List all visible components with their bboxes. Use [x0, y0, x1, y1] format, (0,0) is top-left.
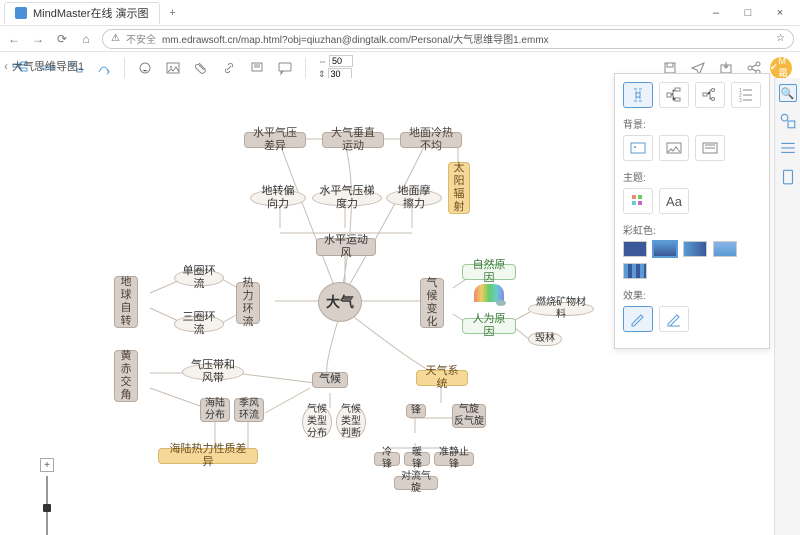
color-1[interactable]	[623, 241, 647, 257]
node-seaheat[interactable]: 海陆热力性质差异	[158, 448, 258, 464]
attach-button[interactable]	[189, 56, 213, 80]
node-stat[interactable]: 准静止锋	[434, 452, 474, 466]
width-input[interactable]	[329, 55, 353, 67]
node-ctype2[interactable]: 气候 类型 判断	[336, 406, 366, 438]
back-button[interactable]: ←	[6, 31, 22, 47]
theme-color-button[interactable]	[623, 188, 653, 214]
width-icon: ⇔	[318, 56, 327, 66]
node-vmove[interactable]: 大气垂直运动	[322, 132, 384, 148]
layout-tree-button[interactable]	[659, 82, 689, 108]
back-chevron-icon[interactable]: ‹	[4, 59, 8, 73]
rainbow-icon	[474, 284, 504, 302]
node-cvar[interactable]: 气 候 变 化	[420, 278, 444, 328]
address-bar[interactable]: ⚠ 不安全 mm.edrawsoft.cn/map.html?obj=qiuzh…	[102, 29, 794, 49]
new-tab-button[interactable]: +	[162, 2, 184, 24]
node-thermo[interactable]: 热 力 环 流	[236, 282, 260, 324]
node-burn[interactable]: 燃烧矿物材料	[528, 302, 594, 316]
node-warm[interactable]: 暖锋	[404, 452, 430, 466]
rainbow-label: 彩虹色:	[623, 222, 761, 237]
effect-pen-button[interactable]	[659, 306, 689, 332]
device-tool-icon[interactable]	[779, 168, 797, 186]
theme-label: 主题:	[623, 169, 761, 184]
browser-tab[interactable]: MindMaster在线 演示图	[4, 2, 160, 24]
size-inputs: ⇔ ⇕	[318, 55, 353, 80]
node-rot[interactable]: 地 球 自 转	[114, 276, 138, 328]
node-human[interactable]: 人为原因	[462, 318, 516, 334]
comment-button[interactable]	[273, 56, 297, 80]
link-button[interactable]	[217, 56, 241, 80]
node-hpress[interactable]: 水平气压差异	[244, 132, 306, 148]
node-triple[interactable]: 三圈环流	[174, 316, 224, 332]
color-5[interactable]	[623, 263, 647, 279]
zoom-in-button[interactable]: +	[40, 458, 54, 472]
search-tool-icon[interactable]: 🔍	[779, 84, 797, 102]
outline-tool-icon[interactable]	[779, 140, 797, 158]
shapes-tool-icon[interactable]	[779, 112, 797, 130]
zoom-control: + – □ ⤢	[40, 458, 54, 535]
node-hgrad[interactable]: 水平气压梯度力	[312, 190, 382, 206]
node-corio[interactable]: 地转偏向力	[250, 190, 306, 206]
node-mon[interactable]: 季风 环流	[234, 398, 264, 422]
insecure-icon: ⚠	[111, 33, 120, 44]
node-sea[interactable]: 海陆 分布	[200, 398, 230, 422]
tab-title: MindMaster在线 演示图	[33, 5, 149, 21]
node-climate[interactable]: 气候	[312, 372, 348, 388]
bg-none-button[interactable]	[623, 135, 653, 161]
layout-list-button[interactable]: 123	[731, 82, 761, 108]
home-button[interactable]: ⌂	[78, 31, 94, 47]
bg-image-button[interactable]	[659, 135, 689, 161]
node-wsys[interactable]: 天气系统	[416, 370, 468, 386]
reload-button[interactable]: ⟳	[54, 31, 70, 47]
icon-button[interactable]	[133, 56, 157, 80]
minimize-button[interactable]: –	[700, 0, 732, 26]
node-tilt[interactable]: 黄 赤 交 角	[114, 350, 138, 402]
node-front[interactable]: 锋	[406, 404, 426, 418]
url-text: mm.edrawsoft.cn/map.html?obj=qiuzhan@din…	[162, 31, 549, 46]
zoom-slider[interactable]	[46, 476, 48, 535]
note-button[interactable]	[245, 56, 269, 80]
bg-color-button[interactable]	[695, 135, 725, 161]
node-cold[interactable]: 冷锋	[374, 452, 400, 466]
style-panel: 123 背景: 主题: Aa 彩虹色: 效果:	[614, 73, 770, 349]
avatar[interactable]: ✔M霜	[770, 57, 792, 79]
bookmark-icon[interactable]: ☆	[776, 33, 785, 44]
breadcrumb: ‹ 大气思维导图1	[4, 54, 84, 78]
node-inv[interactable]: 对流气旋	[394, 476, 438, 490]
color-4[interactable]	[713, 241, 737, 257]
effect-pencil-button[interactable]	[623, 306, 653, 332]
bg-label: 背景:	[623, 116, 761, 131]
doc-title: 大气思维导图1	[12, 58, 84, 74]
color-3[interactable]	[683, 241, 707, 257]
right-sidebar: 🔍	[774, 78, 800, 535]
image-button[interactable]	[161, 56, 185, 80]
forward-button[interactable]: →	[30, 31, 46, 47]
color-2[interactable]	[653, 241, 677, 257]
relation-button[interactable]	[92, 56, 116, 80]
layout-radial-button[interactable]	[623, 82, 653, 108]
node-air[interactable]: 气旋 反气旋	[452, 404, 486, 428]
app-icon	[15, 7, 27, 19]
close-button[interactable]: ×	[764, 0, 796, 26]
node-hwind[interactable]: 水平运动风	[316, 238, 376, 256]
theme-font-button[interactable]: Aa	[659, 188, 689, 214]
maximize-button[interactable]: □	[732, 0, 764, 26]
node-uneven[interactable]: 地面冷热不均	[400, 132, 462, 148]
node-center[interactable]: 大气	[318, 282, 362, 322]
node-belt[interactable]: 气压带和风带	[182, 364, 244, 380]
effect-label: 效果:	[623, 287, 761, 302]
node-ctype1[interactable]: 气候 类型 分布	[302, 406, 332, 438]
insecure-label: 不安全	[126, 31, 156, 46]
node-fric[interactable]: 地面摩擦力	[386, 190, 442, 206]
node-nat[interactable]: 自然原因	[462, 264, 516, 280]
svg-text:3: 3	[739, 98, 742, 104]
layout-org-button[interactable]	[695, 82, 725, 108]
node-single[interactable]: 单圈环流	[174, 270, 224, 286]
node-sun[interactable]: 太 阳 辐 射	[448, 162, 470, 214]
node-deforest[interactable]: 毁林	[528, 332, 562, 346]
